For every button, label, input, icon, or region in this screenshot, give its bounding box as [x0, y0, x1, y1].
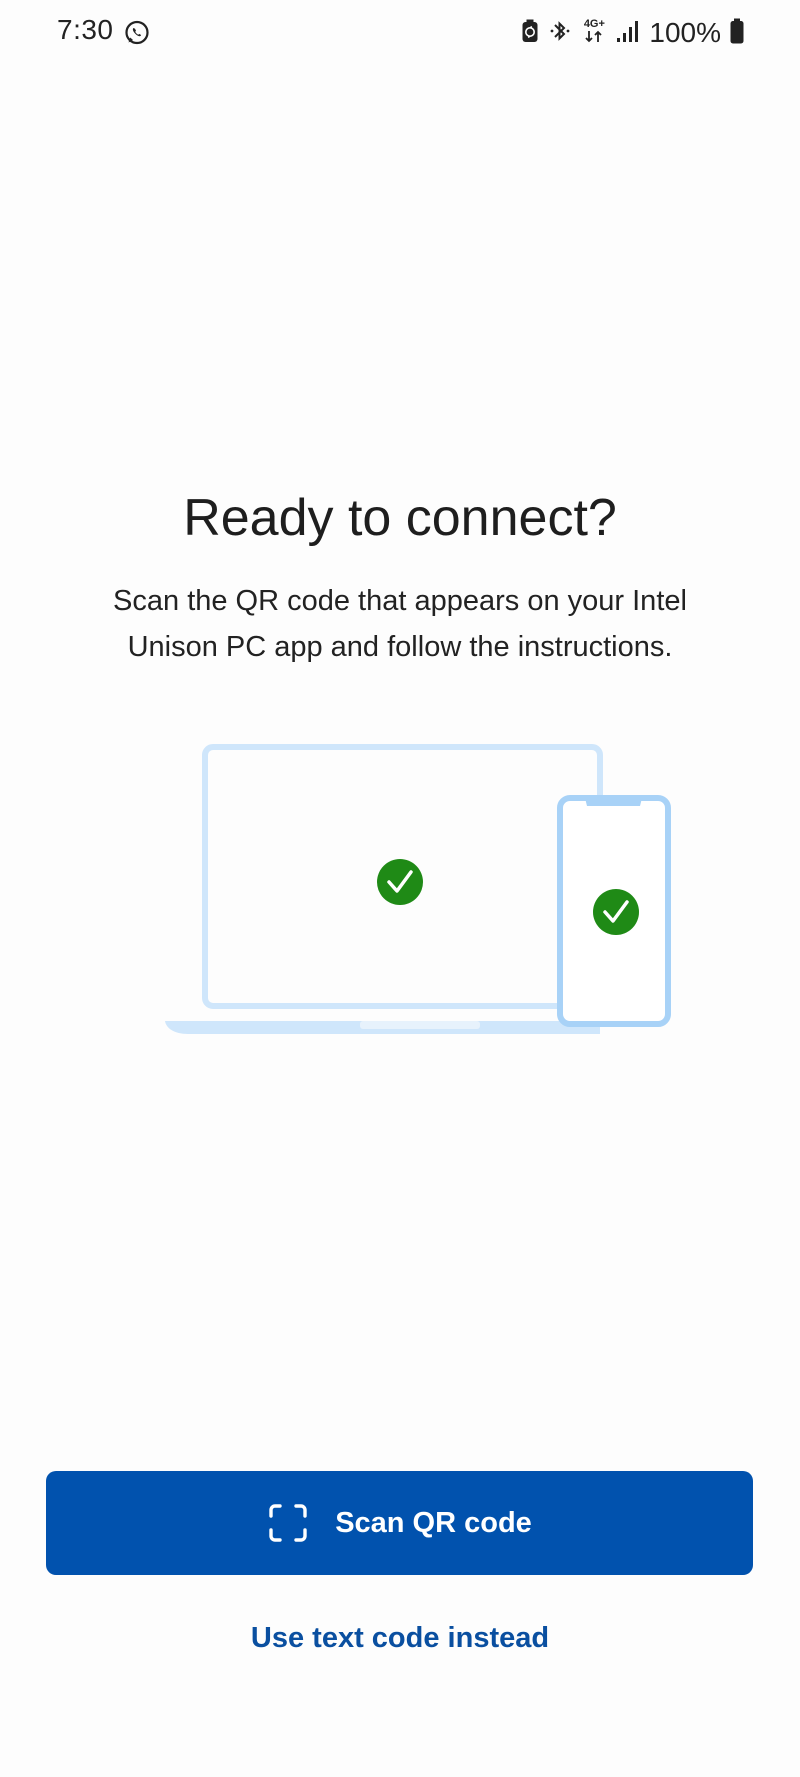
use-text-code-link[interactable]: Use text code instead: [0, 1622, 800, 1655]
page-title: Ready to connect?: [183, 489, 617, 547]
scan-qr-code-label: Scan QR code: [335, 1506, 532, 1539]
status-bar: 7:30 4G+ 100%: [0, 0, 800, 66]
devices-illustration: [160, 742, 680, 1042]
battery-icon: [730, 18, 744, 49]
signal-icon: [616, 19, 640, 48]
battery-saver-icon: [521, 19, 539, 48]
qr-scan-icon: [267, 1502, 309, 1544]
check-icon: [377, 859, 423, 905]
instructions-text: Scan the QR code that appears on your In…: [113, 585, 687, 663]
scan-qr-code-button[interactable]: Scan QR code: [46, 1471, 753, 1575]
bluetooth-icon: [548, 18, 572, 49]
network-4g-plus-icon: 4G+: [581, 18, 607, 48]
battery-percent: 100%: [649, 17, 721, 48]
whatsapp-icon: [124, 20, 150, 46]
status-time: 7:30: [57, 14, 114, 45]
check-icon: [593, 889, 639, 935]
status-icons: 4G+ 100%: [521, 16, 744, 50]
